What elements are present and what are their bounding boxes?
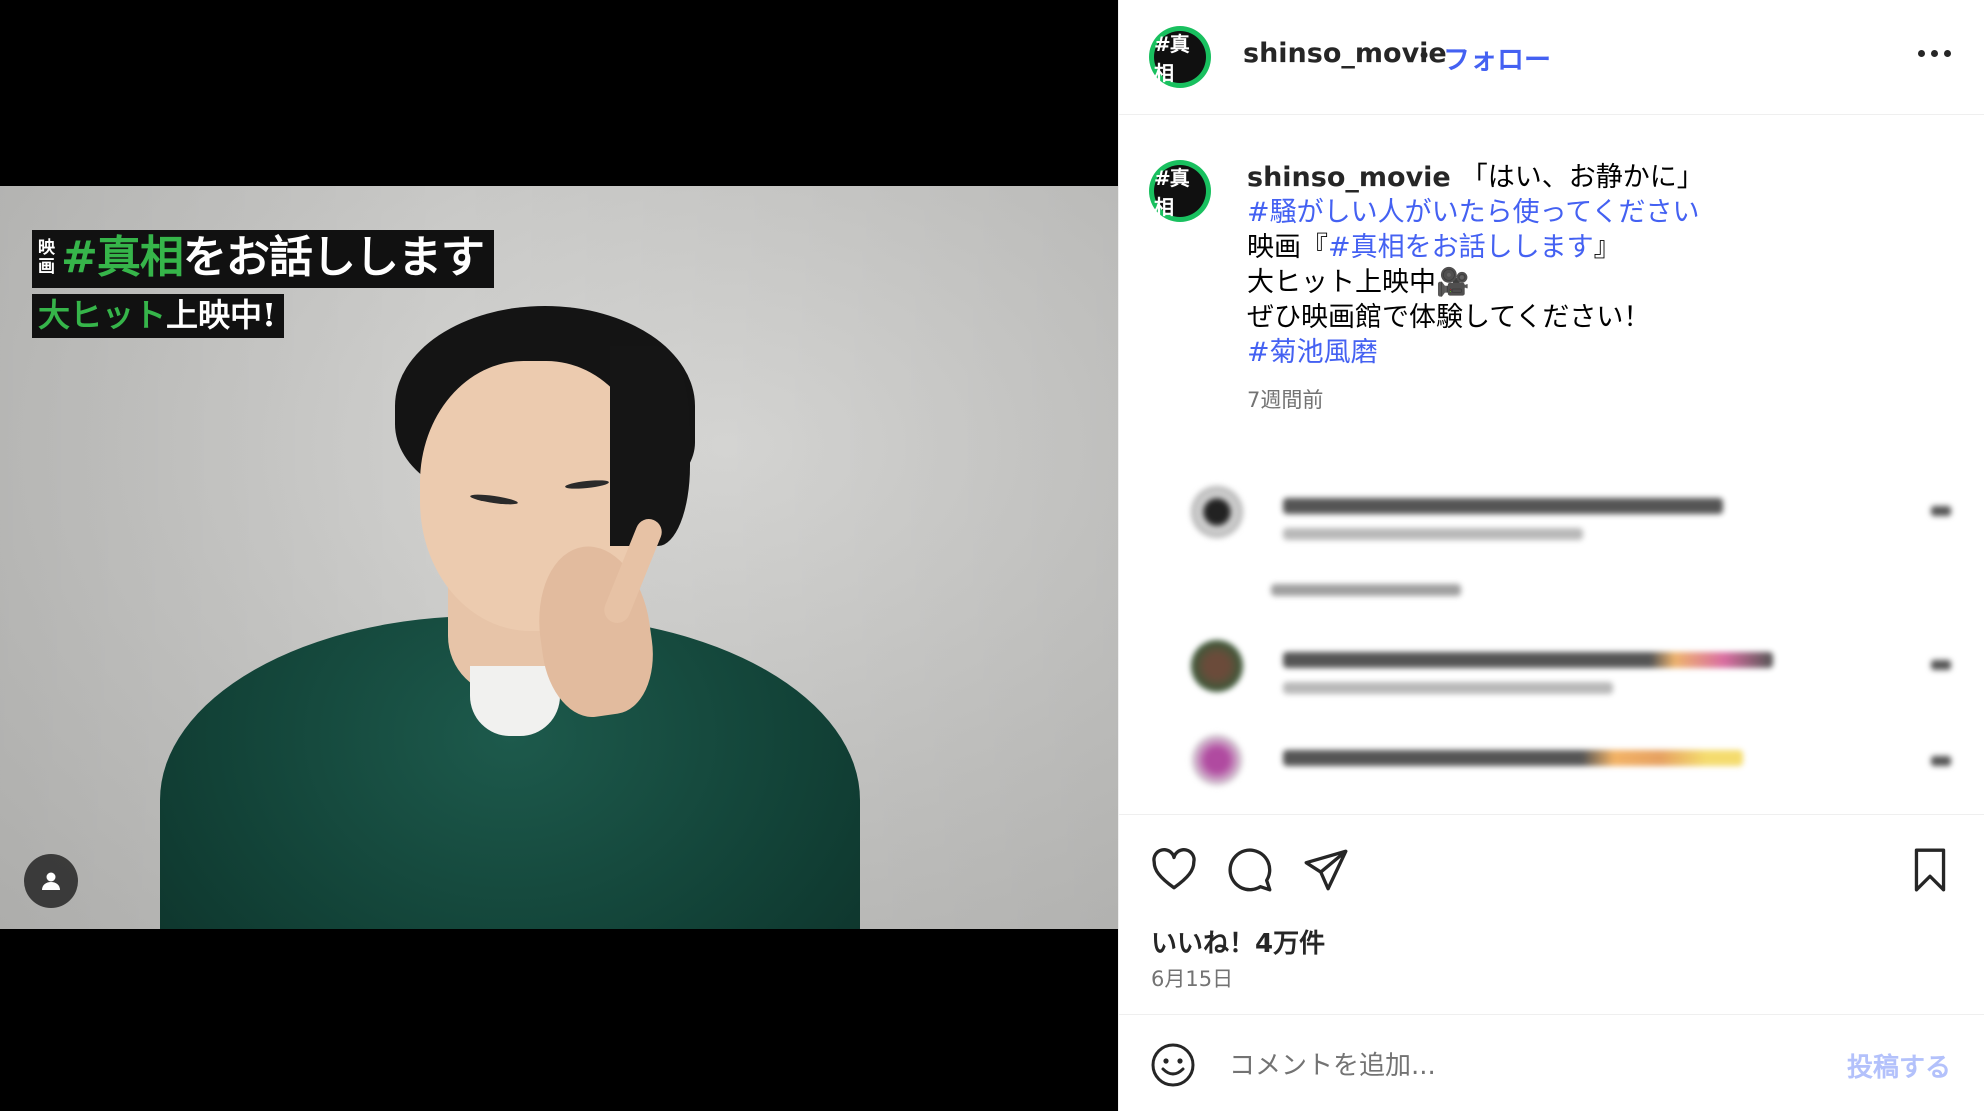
comment-text-blurred	[1283, 750, 1743, 766]
heart-icon[interactable]	[1149, 845, 1199, 895]
comment-text-blurred	[1283, 652, 1773, 668]
paper-plane-icon[interactable]	[1301, 845, 1351, 895]
comment-like-icon[interactable]	[1931, 506, 1951, 516]
more-options-icon[interactable]	[1918, 50, 1951, 57]
comment-item	[1191, 640, 1951, 702]
comment-meta-blurred	[1283, 682, 1613, 694]
caption-line-5: ぜひ映画館で体験してください！	[1247, 302, 1651, 333]
comment-meta-blurred	[1283, 528, 1583, 540]
caption-line-1: 「はい、お静かに」	[1460, 162, 1704, 193]
movie-title-rest: をお話しします	[182, 232, 485, 283]
movie-camera-emoji: 🎥	[1436, 267, 1470, 298]
add-comment-bar: 投稿する	[1119, 1014, 1984, 1112]
comment-icon[interactable]	[1225, 845, 1275, 895]
comments-section[interactable]: #真相 shinso_movie 「はい、お静かに」 #騒がしい人がいたら使ってく…	[1119, 114, 1984, 814]
hit-label: 大ヒット	[38, 296, 167, 334]
comment-text-blurred	[1283, 498, 1723, 514]
movie-title-hash: #真相	[61, 232, 184, 283]
post-side-panel: #真相 shinso_movie • フォロー #真相 shinso_movie…	[1118, 0, 1984, 1111]
instagram-post-modal: 映 画 #真相をお話しします 大ヒット上映中! #真相 shinso_movie…	[0, 0, 1984, 1111]
caption-avatar-text: #真相	[1154, 165, 1206, 219]
tagged-users-button[interactable]	[24, 854, 78, 908]
caption-username[interactable]: shinso_movie	[1247, 162, 1451, 193]
caption-hashtag[interactable]: #菊池風磨	[1247, 337, 1378, 368]
movie-title-overlay: 映 画 #真相をお話しします 大ヒット上映中!	[32, 230, 494, 338]
commenter-avatar[interactable]	[1191, 640, 1243, 692]
post-date: 6月15日	[1151, 967, 1234, 991]
person-undershirt	[470, 666, 560, 736]
separator-dot: •	[1417, 42, 1432, 70]
author-avatar-text: #真相	[1154, 31, 1206, 85]
caption-hashtag[interactable]: #真相をお話しします	[1328, 232, 1594, 263]
caption-line-3-suffix: 』	[1593, 232, 1621, 263]
post-caption: shinso_movie 「はい、お静かに」 #騒がしい人がいたら使ってください …	[1247, 160, 1937, 370]
eiga-bottom-char: 画	[38, 257, 55, 277]
title-line-main: 映 画 #真相をお話しします	[32, 230, 494, 288]
post-photo: 映 画 #真相をお話しします 大ヒット上映中!	[0, 186, 1118, 929]
comment-like-icon[interactable]	[1931, 660, 1951, 670]
bookmark-icon[interactable]	[1905, 845, 1955, 895]
post-actions: いいね！4万件 6月15日	[1119, 814, 1984, 1015]
caption-timestamp: 7週間前	[1247, 388, 1324, 412]
caption-hashtag[interactable]: #騒がしい人がいたら使ってください	[1247, 197, 1699, 228]
comment-input[interactable]	[1227, 1043, 1791, 1089]
post-header: #真相 shinso_movie • フォロー	[1119, 0, 1984, 115]
movie-title: #真相をお話しします	[61, 232, 485, 283]
post-comment-button[interactable]: 投稿する	[1847, 1047, 1951, 1084]
comment-replies-toggle[interactable]	[1191, 584, 1951, 646]
caption-line-3-prefix: 映画『	[1247, 232, 1328, 263]
commenter-avatar[interactable]	[1191, 734, 1243, 786]
post-media[interactable]: 映 画 #真相をお話しします 大ヒット上映中!	[0, 0, 1118, 1111]
title-line-sub: 大ヒット上映中!	[32, 294, 285, 338]
comment-like-icon[interactable]	[1931, 756, 1951, 766]
follow-button[interactable]: フォロー	[1443, 38, 1551, 77]
smiley-icon[interactable]	[1149, 1041, 1197, 1089]
view-replies-blurred	[1271, 584, 1461, 596]
author-avatar[interactable]: #真相	[1149, 26, 1211, 88]
eiga-label: 映 画	[38, 239, 55, 277]
comment-item	[1191, 734, 1951, 796]
comment-item	[1191, 486, 1951, 548]
person-hair-side	[610, 346, 690, 546]
showing-label: 上映中!	[166, 296, 277, 334]
eiga-top-char: 映	[38, 238, 55, 258]
caption-author-avatar[interactable]: #真相	[1149, 160, 1211, 222]
likes-count[interactable]: いいね！4万件	[1151, 923, 1325, 960]
caption-line-4: 大ヒット上映中	[1247, 267, 1436, 298]
person-icon	[42, 872, 60, 890]
commenter-avatar[interactable]	[1191, 486, 1243, 538]
